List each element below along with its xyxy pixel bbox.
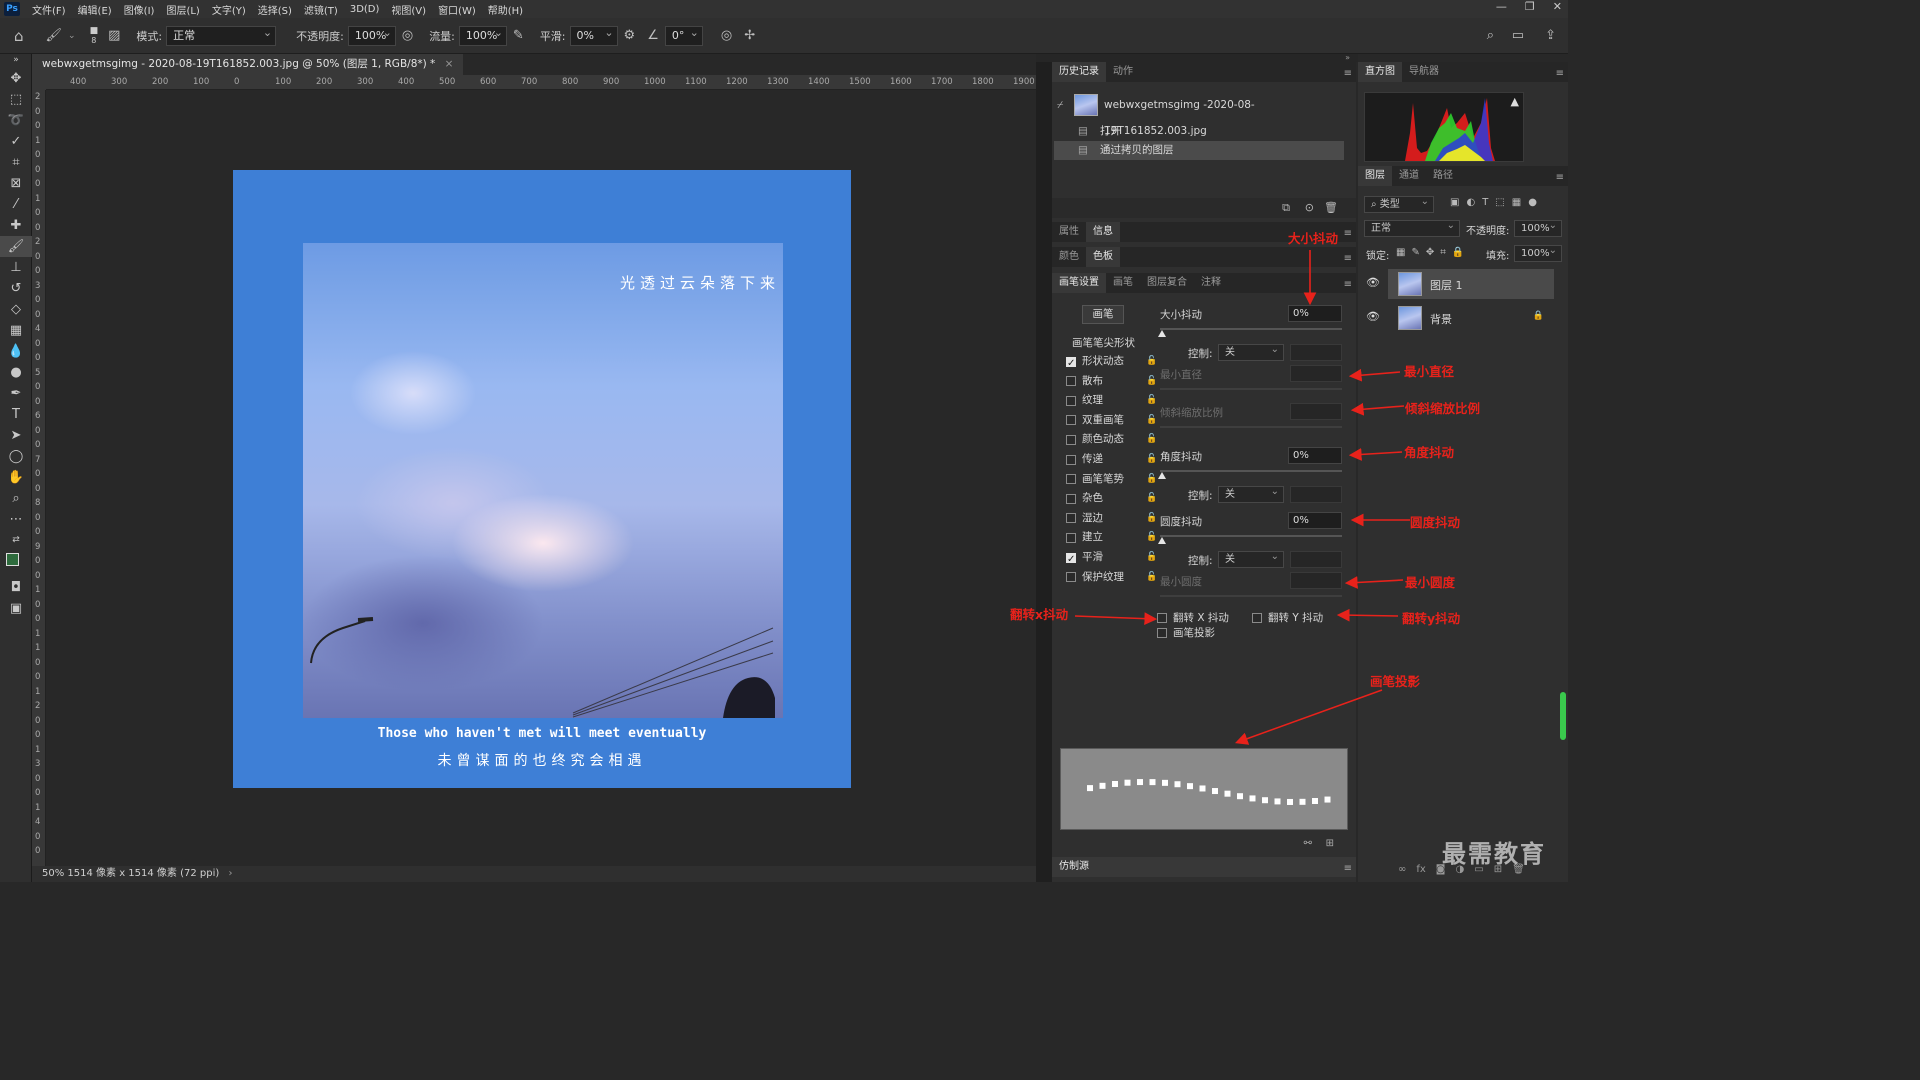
annotation-flip-y: 翻转y抖动 xyxy=(1402,611,1461,626)
annotation-arrows xyxy=(1074,250,1410,745)
annotation-min-diameter: 最小直径 xyxy=(1404,364,1455,379)
annotation-angle-jitter: 角度抖动 xyxy=(1404,445,1455,460)
annotation-roundness-jitter: 圆度抖动 xyxy=(1410,515,1461,530)
annotation-brush-projection: 画笔投影 xyxy=(1370,674,1421,689)
annotation-flip-x: 翻转x抖动 xyxy=(1010,607,1069,622)
annotation-min-roundness: 最小圆度 xyxy=(1405,575,1456,590)
annotation-size-jitter: 大小抖动 xyxy=(1288,231,1339,246)
annotation-tilt-scale: 倾斜缩放比例 xyxy=(1405,401,1481,416)
watermark-text: 最需教育 xyxy=(1442,840,1546,868)
